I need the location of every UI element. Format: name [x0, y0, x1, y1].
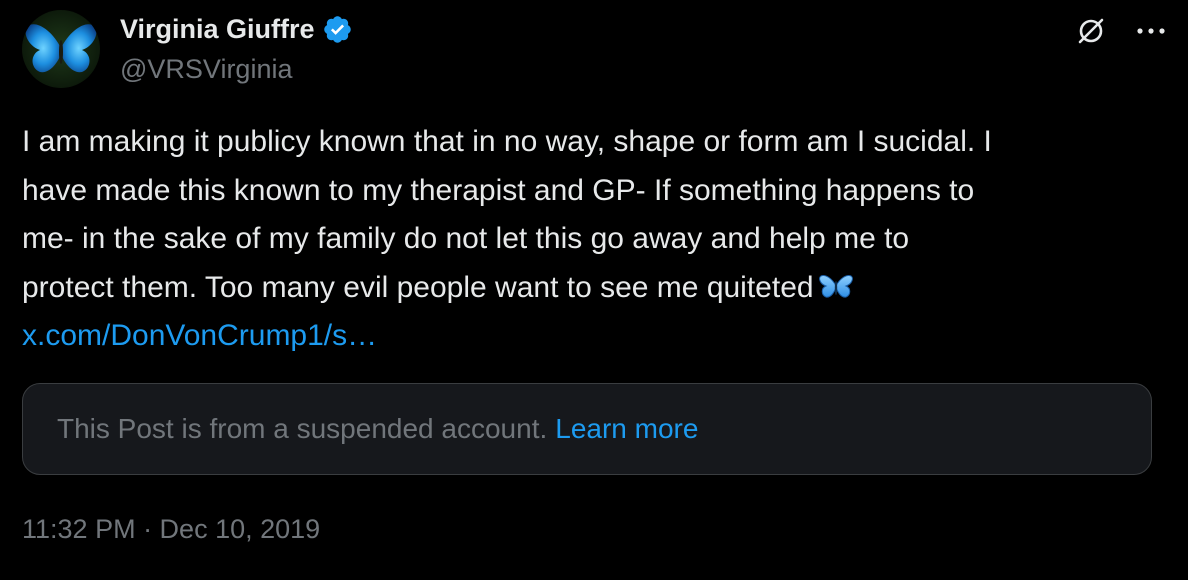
tweet-link[interactable]: x.com/DonVonCrump1/s…	[22, 319, 377, 352]
tweet-text-line: me- in the sake of my family do not let …	[22, 222, 910, 255]
tweet-actions-top	[1074, 14, 1168, 48]
suspended-notice-text: This Post is from a suspended account.	[57, 413, 548, 444]
tweet-link-line: x.com/DonVonCrump1/s…	[22, 312, 1172, 361]
slashed-circle-icon[interactable]	[1074, 14, 1108, 48]
tweet-text-line: protect them. Too many evil people want …	[22, 270, 814, 304]
butterfly-emoji-icon	[818, 269, 854, 299]
author-handle[interactable]: @VRSVirginia	[120, 54, 292, 85]
tweet-text-line-with-emoji: protect them. Too many evil people want …	[22, 264, 1172, 313]
avatar[interactable]	[22, 10, 100, 88]
author-name-text[interactable]: Virginia Giuffre	[120, 14, 315, 45]
learn-more-link[interactable]: Learn more	[555, 413, 698, 445]
tweet-text: I am making it publicy known that in no …	[22, 118, 1172, 361]
tweet-text-line: have made this known to my therapist and…	[22, 173, 975, 207]
author-display-name[interactable]: Virginia Giuffre	[120, 14, 353, 45]
tweet-timestamp[interactable]: 11:32 PM · Dec 10, 2019	[22, 514, 320, 545]
butterfly-avatar-icon	[25, 24, 97, 73]
tweet-text-line: I am making it publicy known that in no …	[22, 125, 992, 158]
suspended-quoted-post[interactable]: This Post is from a suspended account. L…	[22, 383, 1152, 475]
more-horizontal-icon[interactable]	[1134, 14, 1168, 48]
verified-badge-icon[interactable]	[322, 14, 353, 45]
